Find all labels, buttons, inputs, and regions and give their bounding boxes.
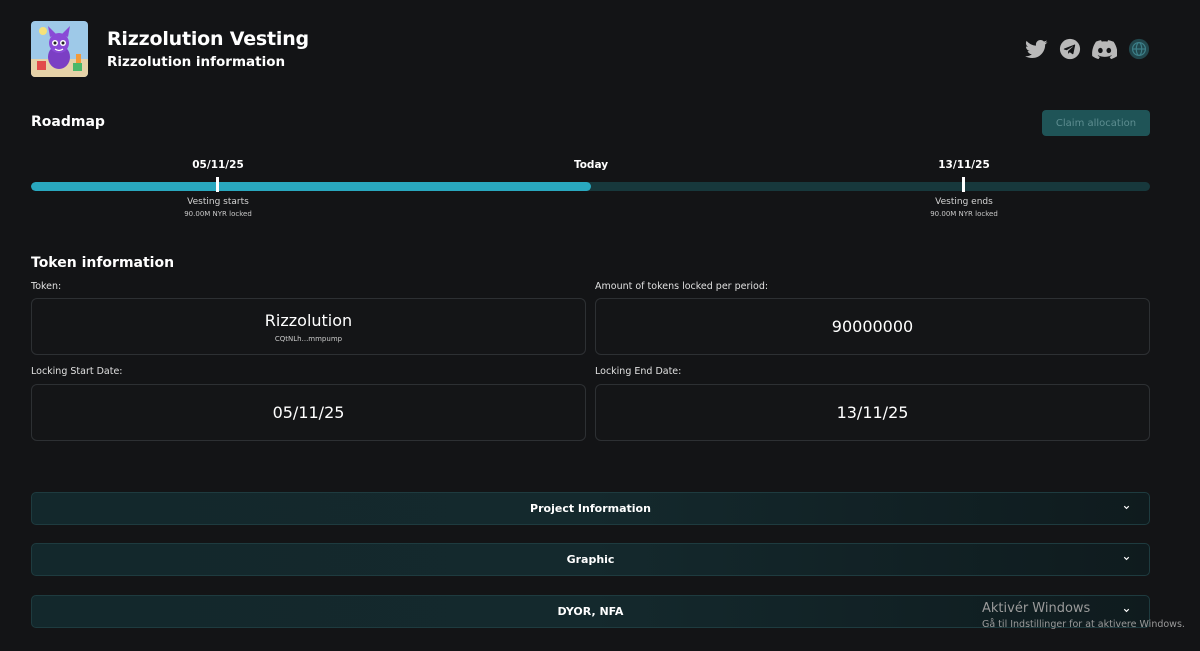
token-name: Rizzolution xyxy=(264,310,353,330)
amount-field-label: Amount of tokens locked per period: xyxy=(595,281,769,292)
accordion-label: Graphic xyxy=(566,553,615,566)
telegram-link[interactable] xyxy=(1058,37,1082,61)
vesting-start-marker xyxy=(216,177,219,192)
vesting-end-marker xyxy=(962,177,965,192)
roadmap-title: Roadmap xyxy=(31,114,105,130)
accordion-project-information[interactable]: Project Information xyxy=(31,492,1150,525)
vesting-end-label: Vesting ends xyxy=(935,197,993,207)
accordion-graphic[interactable]: Graphic xyxy=(31,543,1150,576)
amount-box: 90000000 xyxy=(595,298,1150,355)
token-field-label: Token: xyxy=(31,281,62,292)
vesting-start-locked: 90.00M NYR locked xyxy=(184,210,252,218)
token-box: Rizzolution CQtNLh...mmpump xyxy=(31,298,586,355)
chevron-down-icon xyxy=(1123,505,1130,510)
token-info-title: Token information xyxy=(31,255,175,271)
vesting-progress-fill xyxy=(31,182,591,191)
page-title: Rizzolution Vesting xyxy=(107,28,309,50)
twitter-link[interactable] xyxy=(1024,37,1048,61)
accordion-label: Project Information xyxy=(530,502,651,515)
discord-icon xyxy=(1091,39,1117,59)
today-label: Today xyxy=(573,159,609,171)
chevron-down-icon xyxy=(1123,556,1130,561)
twitter-icon xyxy=(1024,39,1048,58)
globe-icon xyxy=(1128,38,1150,60)
vesting-progress-track xyxy=(31,182,1150,191)
watermark-subtitle: Gå til Indstillinger for at aktivere Win… xyxy=(982,619,1185,630)
windows-activation-watermark: Aktivér Windows Gå til Indstillinger for… xyxy=(982,601,1185,630)
start-date-box: 05/11/25 xyxy=(31,384,586,441)
page-subtitle: Rizzolution information xyxy=(107,54,286,70)
website-link[interactable] xyxy=(1127,37,1151,61)
purple-cat-logo-icon xyxy=(31,21,88,77)
end-date-field-label: Locking End Date: xyxy=(595,366,682,377)
discord-link[interactable] xyxy=(1091,37,1117,61)
vesting-start-date: 05/11/25 xyxy=(192,159,244,171)
end-date-value: 13/11/25 xyxy=(836,403,909,422)
start-date-value: 05/11/25 xyxy=(272,403,345,422)
vesting-end-date: 13/11/25 xyxy=(938,159,990,171)
claim-allocation-button[interactable]: Claim allocation xyxy=(1042,110,1150,136)
vesting-start-label: Vesting starts xyxy=(187,197,249,207)
watermark-title: Aktivér Windows xyxy=(982,601,1091,616)
start-date-field-label: Locking Start Date: xyxy=(31,366,123,377)
vesting-end-locked: 90.00M NYR locked xyxy=(930,210,998,218)
telegram-icon xyxy=(1059,38,1081,60)
token-address[interactable]: CQtNLh...mmpump xyxy=(275,335,342,343)
amount-value: 90000000 xyxy=(831,317,914,336)
end-date-box: 13/11/25 xyxy=(595,384,1150,441)
project-logo xyxy=(31,21,88,77)
accordion-label: DYOR, NFA xyxy=(557,605,624,618)
